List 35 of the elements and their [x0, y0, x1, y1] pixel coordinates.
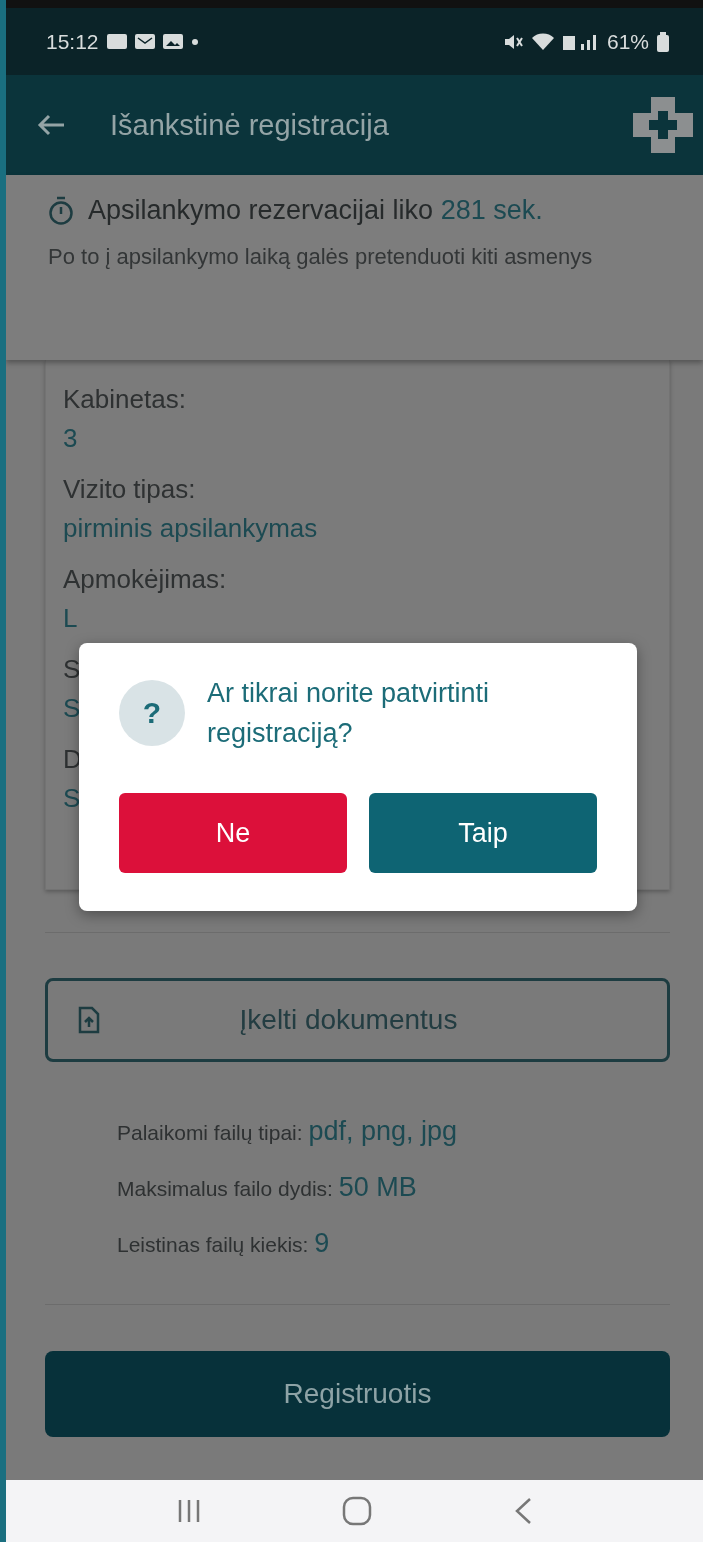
- detail-label: Vizito tipas:: [63, 473, 196, 506]
- file-upload-icon: [78, 1006, 100, 1034]
- status-time: 15:12: [46, 29, 99, 54]
- medical-cross-icon: [633, 97, 693, 153]
- app-notification-icon: [106, 33, 127, 50]
- wifi-icon: [530, 31, 555, 52]
- dot-icon: [190, 37, 199, 46]
- mail-icon: [134, 33, 155, 50]
- battery-percent: 61%: [606, 29, 649, 54]
- timer-message: Apsilankymo rezervacijai liko 281 sek.: [88, 194, 543, 227]
- file-info-line: Palaikomi failų tipai: pdf, png, jpg: [117, 1115, 459, 1148]
- back-arrow-icon[interactable]: [36, 113, 66, 137]
- timer-note: Po to į apsilankymo laiką galės pretenduoti kiti asmenys: [48, 243, 594, 271]
- screen-title: Išankstinė registracija: [110, 108, 390, 142]
- detail-value: S: [63, 782, 81, 815]
- battery-icon: [657, 31, 669, 52]
- upload-documents-button[interactable]: Įkelti dokumentus: [45, 978, 670, 1062]
- stopwatch-icon: [48, 195, 74, 226]
- detail-label: S: [63, 653, 81, 686]
- no-button[interactable]: Ne: [119, 793, 347, 873]
- register-button[interactable]: Registruotis: [45, 1351, 670, 1437]
- detail-label: Kabinetas:: [63, 383, 186, 416]
- detail-value: L: [63, 602, 78, 635]
- detail-value: 3: [63, 422, 78, 455]
- detail-label: Apmokėjimas:: [63, 563, 227, 596]
- home-icon[interactable]: [342, 1496, 373, 1526]
- image-icon: [162, 33, 183, 50]
- file-info-line: Maksimalus failo dydis: 50 MB: [117, 1171, 418, 1204]
- question-icon: ?: [119, 680, 185, 746]
- detail-value: S: [63, 692, 81, 725]
- dialog-question: Ar tikrai norite patvirtinti registraciją?: [207, 677, 491, 750]
- file-info-line: Leistinas failų kiekis: 9: [117, 1227, 331, 1260]
- detail-value: pirminis apsilankymas: [63, 512, 318, 545]
- yes-button[interactable]: Taip: [369, 793, 597, 873]
- mute-icon: [502, 32, 523, 51]
